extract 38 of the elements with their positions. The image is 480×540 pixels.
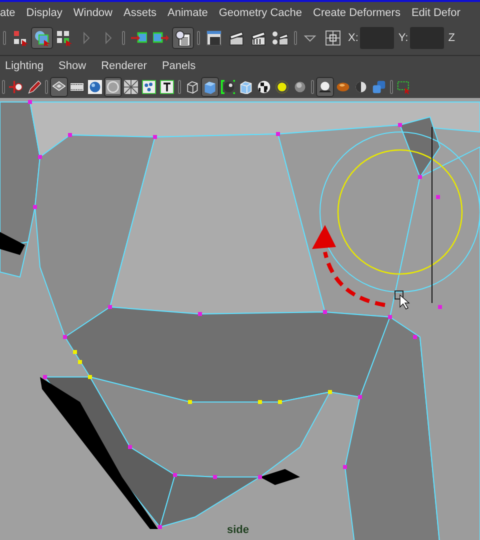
menu-item[interactable]: Create Deformers xyxy=(313,5,400,22)
shaded-cube-icon[interactable] xyxy=(201,77,219,97)
toolbar-separator xyxy=(45,80,48,94)
toolbar-separator xyxy=(311,80,314,94)
grid-plane-icon[interactable] xyxy=(50,77,68,97)
xray-grid-icon[interactable] xyxy=(122,77,140,97)
toolbar-separator xyxy=(178,80,181,94)
viewport-label: side xyxy=(227,523,250,538)
menu-item[interactable]: Show xyxy=(58,58,86,74)
menu-item[interactable]: Panels xyxy=(162,58,196,74)
history-icon[interactable] xyxy=(172,27,194,49)
field-label: Y: xyxy=(398,30,408,46)
toolbar-separator xyxy=(3,31,6,45)
text-icon[interactable] xyxy=(158,77,176,97)
ring-icon[interactable] xyxy=(104,77,122,97)
vertex-dots-icon[interactable] xyxy=(140,77,158,97)
field-label: X: xyxy=(348,30,358,46)
coordinate-input-field[interactable] xyxy=(360,27,394,49)
menu-item[interactable]: Edit Defor xyxy=(411,5,460,22)
object-select-icon[interactable] xyxy=(31,27,53,49)
menu-item[interactable]: Animate xyxy=(168,5,208,22)
toolbar-separator xyxy=(122,31,125,45)
smooth-shade-icon[interactable] xyxy=(219,77,237,97)
toolbar-separator xyxy=(197,31,200,45)
coordinate-input-field[interactable] xyxy=(410,27,444,49)
menu-item[interactable]: Lighting xyxy=(5,58,44,74)
sphere-icon[interactable] xyxy=(86,77,104,97)
menu-item[interactable]: Display xyxy=(26,5,62,22)
rotate-manipulator-drawing[interactable] xyxy=(320,126,480,304)
field-label: Z xyxy=(448,30,455,46)
menu-item[interactable]: ate xyxy=(0,5,16,22)
menu-item[interactable]: Geometry Cache xyxy=(218,5,302,22)
toolbar-separator xyxy=(390,80,393,94)
menu-item[interactable]: Window xyxy=(73,5,112,22)
cursor-icon xyxy=(394,290,410,310)
menu-item[interactable]: Assets xyxy=(124,5,157,22)
menu-item[interactable]: Renderer xyxy=(101,58,147,74)
toolbar-separator xyxy=(294,31,297,45)
